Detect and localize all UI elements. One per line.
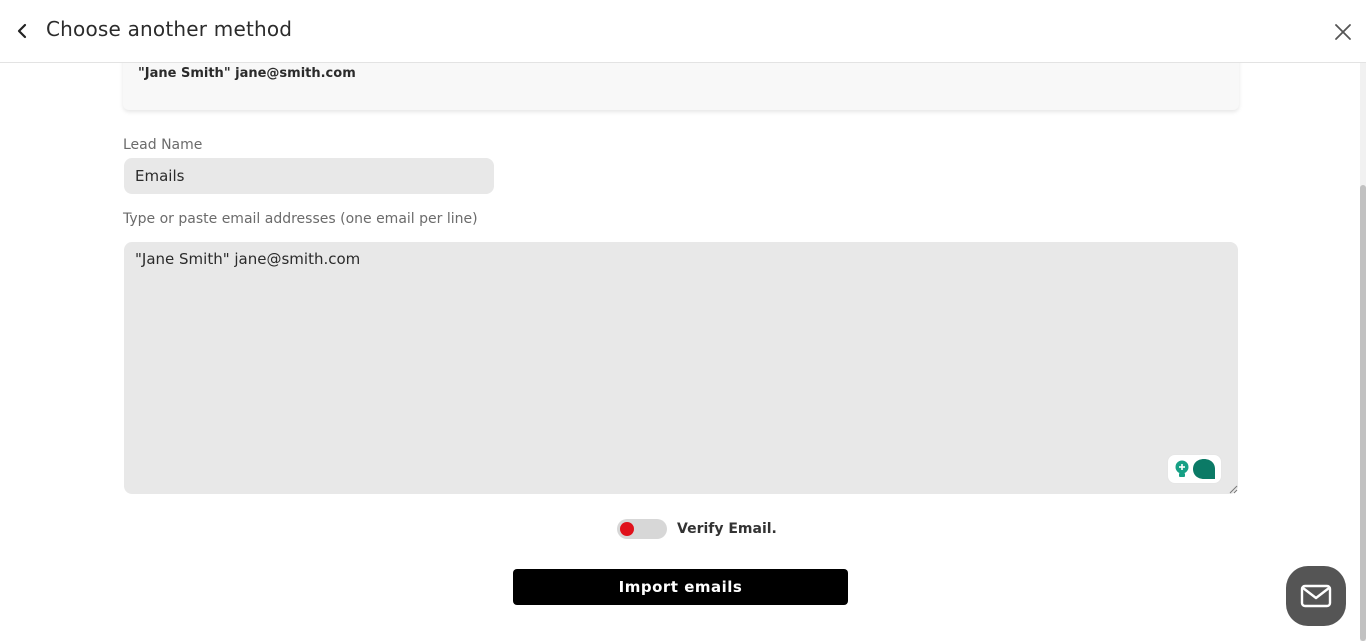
lead-name-label: Lead Name <box>123 137 203 153</box>
mail-icon <box>1300 584 1332 608</box>
resize-grip-icon[interactable] <box>1228 484 1238 494</box>
grammar-assistant-icon <box>1193 459 1216 479</box>
verify-email-row: Verify Email. <box>617 518 777 540</box>
close-button[interactable] <box>1330 19 1356 45</box>
scrollbar-thumb[interactable] <box>1360 185 1366 641</box>
chat-widget-button[interactable] <box>1286 566 1346 626</box>
back-button[interactable] <box>10 19 34 43</box>
import-emails-button[interactable]: Import emails <box>513 569 848 605</box>
page-title: Choose another method <box>46 17 293 41</box>
close-icon <box>1335 24 1351 40</box>
lead-name-input[interactable] <box>124 158 494 194</box>
modal-body: "Jane Smith" jane@smith.com Lead Name Ty… <box>0 63 1360 641</box>
verify-email-label: Verify Email. <box>677 521 777 537</box>
grammar-assistant-badge[interactable] <box>1167 454 1222 484</box>
emails-label: Type or paste email addresses (one email… <box>123 211 478 227</box>
chevron-left-icon <box>17 23 27 39</box>
modal-header: Choose another method <box>0 0 1366 63</box>
emails-textarea[interactable]: "Jane Smith" jane@smith.com <box>124 242 1238 494</box>
format-example-card: "Jane Smith" jane@smith.com <box>123 63 1239 110</box>
format-example-text: "Jane Smith" jane@smith.com <box>138 66 356 81</box>
lightbulb-icon <box>1175 460 1189 477</box>
toggle-knob <box>620 522 634 536</box>
verify-email-toggle[interactable] <box>617 519 667 539</box>
